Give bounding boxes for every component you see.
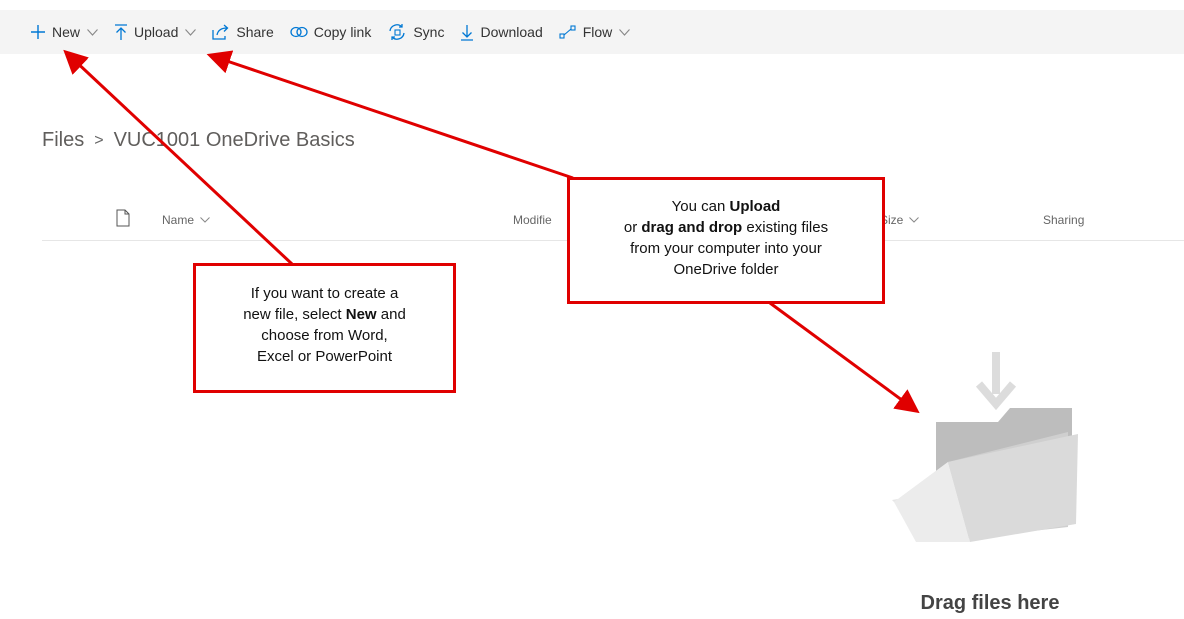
arrow-to-upload — [206, 50, 574, 180]
callout-line: choose from Word, — [261, 327, 388, 344]
callout-new-file: If you want to create a new file, select… — [193, 263, 456, 393]
callout-line: OneDrive folder — [673, 261, 779, 278]
callout-line: from your computer into your — [630, 240, 822, 257]
callout-line: You can Upload — [671, 198, 781, 215]
callout-line: If you want to create a — [250, 285, 399, 302]
callout-upload: You can Upload or drag and drop existing… — [567, 177, 885, 304]
empty-folder-illustration — [886, 352, 1086, 547]
callout-line: new file, select New and — [243, 306, 406, 323]
callout-line: or drag and drop existing files — [623, 219, 829, 236]
callout-line: Excel or PowerPoint — [256, 348, 393, 365]
drag-files-here-text: Drag files here — [920, 592, 1060, 614]
arrow-to-new — [63, 49, 294, 266]
